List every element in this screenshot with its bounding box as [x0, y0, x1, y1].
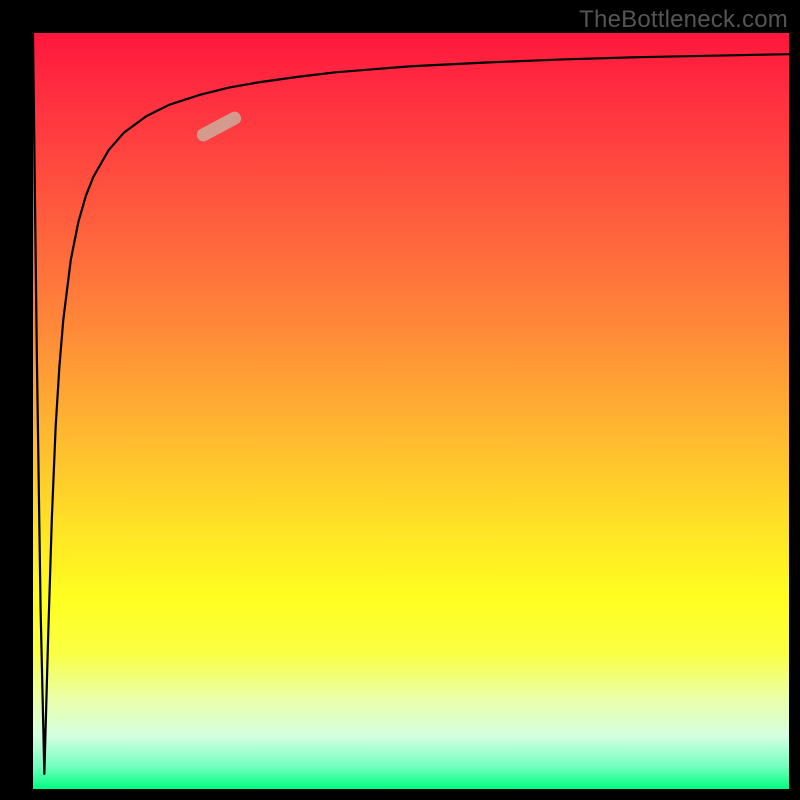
attribution-text: TheBottleneck.com	[579, 6, 788, 34]
curve-svg	[33, 33, 789, 789]
bottleneck-curve	[33, 33, 789, 774]
chart-frame: TheBottleneck.com	[0, 0, 800, 800]
